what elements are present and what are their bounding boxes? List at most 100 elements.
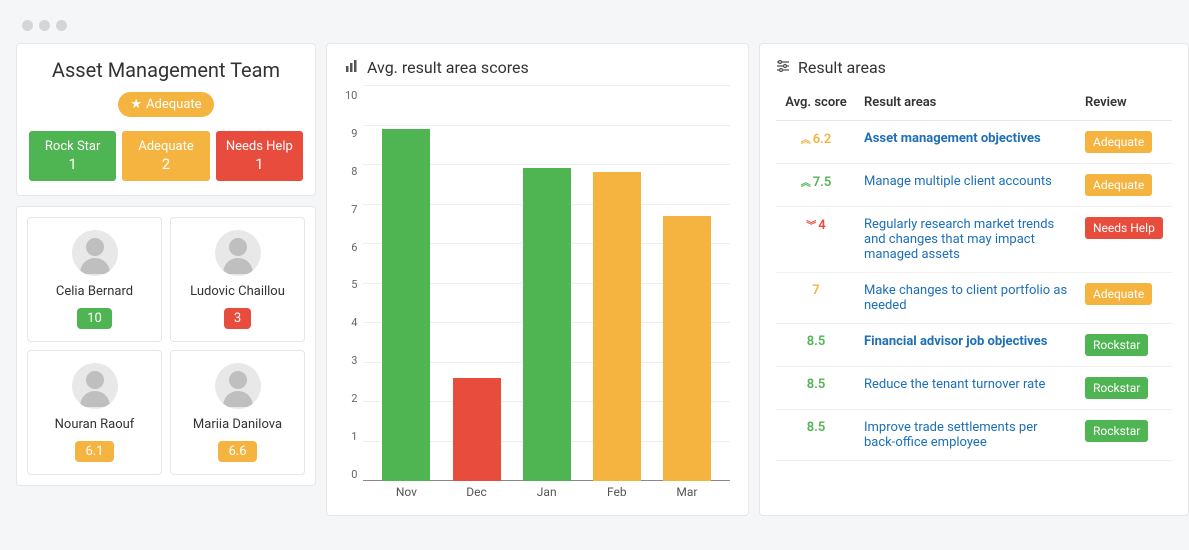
window-dot	[39, 20, 50, 31]
col-area: Result areas	[856, 85, 1077, 121]
row-score: 8.5	[807, 334, 826, 349]
col-score: Avg. score	[776, 85, 856, 121]
dashboard: Asset Management Team ★ Adequate Rock St…	[8, 43, 1189, 524]
bar[interactable]	[593, 172, 641, 481]
result-area-link[interactable]: Regularly research market trends and cha…	[864, 217, 1054, 262]
avatar	[215, 230, 261, 276]
chevron-up-icon: ︽	[801, 135, 811, 146]
window-dot	[22, 20, 33, 31]
y-tick: 6	[345, 241, 357, 254]
x-axis: Nov Dec Jan Feb Mar	[363, 485, 730, 505]
person-name: Ludovic Chaillou	[179, 284, 296, 299]
person-name: Celia Bernard	[36, 284, 153, 299]
y-tick: 1	[345, 430, 357, 443]
chart-title: Avg. result area scores	[367, 58, 529, 77]
result-area-link[interactable]: Make changes to client portfolio as need…	[864, 283, 1067, 313]
status-label: Rock Star	[33, 139, 112, 154]
person-card[interactable]: Nouran Raouf 6.1	[27, 350, 162, 475]
avatar	[72, 363, 118, 409]
row-score: 8.5	[807, 420, 826, 435]
status-box[interactable]: Needs Help1	[216, 131, 303, 181]
person-name: Mariia Danilova	[179, 417, 296, 432]
results-title: Result areas	[798, 58, 886, 77]
status-count: 1	[33, 155, 112, 173]
status-count: 1	[220, 155, 299, 173]
plot-area: Nov Dec Jan Feb Mar	[363, 85, 730, 505]
x-tick: Feb	[593, 485, 641, 505]
person-name: Nouran Raouf	[36, 417, 153, 432]
review-pill: Adequate	[1085, 283, 1152, 305]
result-area-link[interactable]: Reduce the tenant turnover rate	[864, 377, 1045, 392]
sliders-icon	[776, 58, 790, 77]
y-axis: 109876543210	[345, 85, 363, 505]
result-area-link[interactable]: Asset management objectives	[864, 131, 1041, 146]
table-row: 7 Make changes to client portfolio as nee…	[776, 273, 1172, 324]
review-pill: Adequate	[1085, 174, 1152, 196]
bar[interactable]	[382, 129, 430, 481]
people-panel: Celia Bernard 10 Ludovic Chaillou 3 Nouran R…	[16, 206, 316, 486]
result-area-link[interactable]: Manage multiple client accounts	[864, 174, 1052, 189]
status-count: 2	[126, 155, 205, 173]
x-tick: Nov	[382, 485, 430, 505]
y-tick: 5	[345, 278, 357, 291]
row-score: ︾4	[806, 218, 825, 233]
row-score: ︽6.2	[801, 132, 832, 147]
status-label: Adequate	[126, 139, 205, 154]
browser-chrome	[8, 8, 1189, 43]
review-pill: Needs Help	[1085, 217, 1163, 239]
review-pill: Rockstar	[1085, 377, 1148, 399]
col-review: Review	[1077, 85, 1172, 121]
row-score: ︽7.5	[801, 175, 832, 190]
results-panel: Result areas Avg. score Result areas Rev…	[759, 43, 1189, 516]
table-row: ︽7.5 Manage multiple client accounts Adequ…	[776, 164, 1172, 207]
y-tick: 3	[345, 354, 357, 367]
chart-panel: Avg. result area scores 109876543210 Nov…	[326, 43, 749, 516]
left-column: Asset Management Team ★ Adequate Rock St…	[16, 43, 316, 516]
row-score: 8.5	[807, 377, 826, 392]
results-header: Result areas	[776, 58, 1172, 77]
table-row: 8.5 Reduce the tenant turnover rate Rockst…	[776, 367, 1172, 410]
chevron-down-icon: ︾	[806, 221, 816, 232]
status-label: Needs Help	[220, 139, 299, 154]
person-score: 6.1	[75, 441, 113, 462]
y-tick: 8	[345, 165, 357, 178]
browser-frame: Asset Management Team ★ Adequate Rock St…	[8, 8, 1189, 524]
person-card[interactable]: Ludovic Chaillou 3	[170, 217, 305, 342]
team-badge[interactable]: ★ Adequate	[118, 92, 213, 117]
review-pill: Rockstar	[1085, 420, 1148, 442]
y-tick: 4	[345, 316, 357, 329]
team-title: Asset Management Team	[29, 58, 303, 82]
table-row: ︾4 Regularly research market trends and c…	[776, 207, 1172, 273]
chart-wrap: 109876543210 NovDecJanFebMar	[345, 85, 730, 505]
bar[interactable]	[523, 168, 571, 481]
avatar	[215, 363, 261, 409]
bar-chart-icon	[345, 58, 359, 77]
window-dot	[56, 20, 67, 31]
y-tick: 2	[345, 392, 357, 405]
avatar	[72, 230, 118, 276]
row-score: 7	[812, 283, 819, 298]
x-tick: Mar	[663, 485, 711, 505]
y-tick: 7	[345, 203, 357, 216]
bar[interactable]	[453, 378, 501, 481]
table-row: 8.5Financial advisor job objectivesRocks…	[776, 324, 1172, 367]
person-score: 3	[224, 308, 251, 329]
person-score: 10	[77, 308, 112, 329]
person-card[interactable]: Mariia Danilova 6.6	[170, 350, 305, 475]
person-card[interactable]: Celia Bernard 10	[27, 217, 162, 342]
table-row: ︽6.2Asset management objectivesAdequate	[776, 121, 1172, 164]
bar[interactable]	[663, 216, 711, 481]
x-tick: Dec	[453, 485, 501, 505]
person-score: 6.6	[218, 441, 256, 462]
team-badge-label: Adequate	[146, 97, 201, 112]
y-tick: 9	[345, 127, 357, 140]
result-area-link[interactable]: Improve trade settlements per back-offic…	[864, 420, 1038, 450]
result-area-link[interactable]: Financial advisor job objectives	[864, 334, 1047, 349]
team-panel: Asset Management Team ★ Adequate Rock St…	[16, 43, 316, 196]
x-tick: Jan	[523, 485, 571, 505]
status-row: Rock Star1Adequate2Needs Help1	[29, 131, 303, 181]
status-box[interactable]: Rock Star1	[29, 131, 116, 181]
status-box[interactable]: Adequate2	[122, 131, 209, 181]
star-icon: ★	[130, 97, 142, 112]
y-tick: 10	[345, 89, 357, 102]
